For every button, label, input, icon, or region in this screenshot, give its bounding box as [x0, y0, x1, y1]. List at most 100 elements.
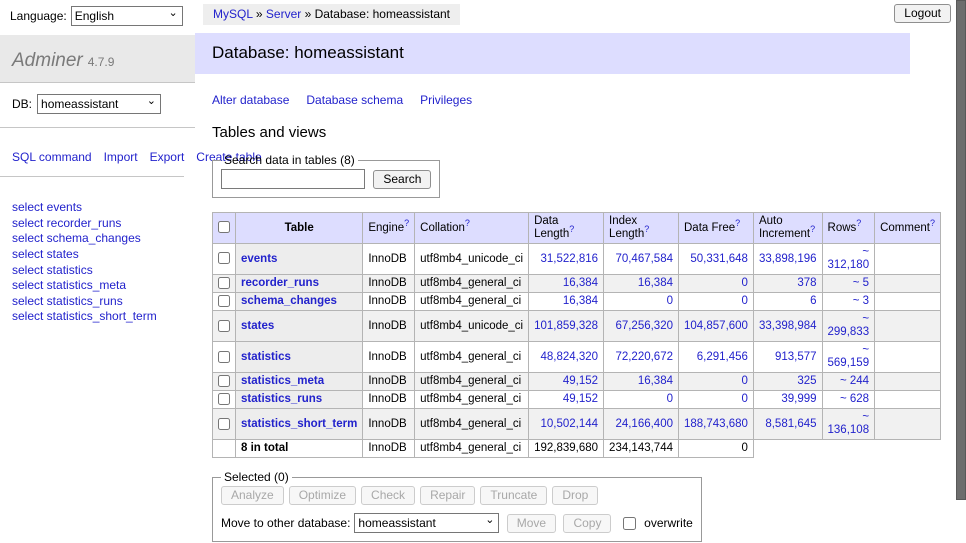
overwrite-checkbox[interactable]	[623, 517, 636, 530]
help-link[interactable]: ?	[930, 218, 935, 228]
data-free-link[interactable]: 6,291,456	[697, 351, 748, 363]
check-button[interactable]: Check	[361, 486, 415, 505]
index-length-link[interactable]: 72,220,672	[615, 351, 673, 363]
data-length-link[interactable]: 49,152	[563, 375, 598, 387]
help-link[interactable]: ?	[644, 224, 649, 234]
select-all-checkbox[interactable]	[218, 221, 230, 233]
data-length-link[interactable]: 10,502,144	[540, 418, 598, 430]
index-length-link[interactable]: 0	[667, 393, 673, 405]
search-input[interactable]	[221, 169, 365, 189]
move-button[interactable]: Move	[507, 514, 556, 533]
help-link[interactable]: ?	[569, 224, 574, 234]
data-length-link[interactable]: 48,824,320	[540, 351, 598, 363]
data-free-link[interactable]: 0	[742, 375, 748, 387]
db-link-database-schema[interactable]: Database schema	[306, 93, 403, 107]
sidebar-action-sql-command[interactable]: SQL command	[12, 150, 92, 164]
optimize-button[interactable]: Optimize	[289, 486, 356, 505]
sidebar-select-statistics-meta[interactable]: select statistics_meta	[12, 278, 183, 294]
db-link-alter-database[interactable]: Alter database	[212, 93, 289, 107]
index-length-link[interactable]: 67,256,320	[615, 320, 673, 332]
sidebar-action-import[interactable]: Import	[104, 150, 138, 164]
help-link[interactable]: ?	[465, 218, 470, 228]
sidebar-select-events[interactable]: select events	[12, 200, 183, 216]
sidebar-select-statistics-runs[interactable]: select statistics_runs	[12, 294, 183, 310]
table-link-statistics_meta[interactable]: statistics_meta	[241, 375, 324, 387]
table-link-statistics_runs[interactable]: statistics_runs	[241, 393, 322, 405]
data-length-link[interactable]: 16,384	[563, 277, 598, 289]
table-link-states[interactable]: states	[241, 320, 274, 332]
logout-button[interactable]: Logout	[894, 4, 951, 23]
auto-increment-link[interactable]: 913,577	[775, 351, 817, 363]
row-checkbox-events[interactable]	[218, 252, 230, 264]
move-db-select[interactable]: homeassistant	[354, 513, 499, 533]
row-checkbox-schema_changes[interactable]	[218, 295, 230, 307]
auto-increment-link[interactable]: 325	[797, 375, 816, 387]
row-checkbox-statistics[interactable]	[218, 351, 230, 363]
comment-cell	[875, 293, 941, 311]
data-free-link[interactable]: 0	[742, 277, 748, 289]
auto-increment-link[interactable]: 39,999	[781, 393, 816, 405]
scrollbar-thumb[interactable]	[956, 0, 966, 500]
index-length-link[interactable]: 70,467,584	[615, 253, 673, 265]
index-length-link[interactable]: 24,166,400	[615, 418, 673, 430]
table-link-events[interactable]: events	[241, 253, 277, 265]
repair-button[interactable]: Repair	[420, 486, 475, 505]
breadcrumb-server[interactable]: Server	[266, 7, 301, 21]
rows-link[interactable]: ~ 3	[853, 295, 869, 307]
auto-increment-link[interactable]: 6	[810, 295, 816, 307]
auto-increment-link[interactable]: 33,898,196	[759, 253, 817, 265]
row-checkbox-recorder_runs[interactable]	[218, 277, 230, 289]
sidebar-select-schema-changes[interactable]: select schema_changes	[12, 231, 183, 247]
rows-link[interactable]: ~ 244	[840, 375, 869, 387]
auto-increment-link[interactable]: 378	[797, 277, 816, 289]
copy-button[interactable]: Copy	[563, 514, 611, 533]
table-link-statistics_short_term[interactable]: statistics_short_term	[241, 418, 357, 430]
row-checkbox-statistics_runs[interactable]	[218, 393, 230, 405]
sidebar-select-recorder-runs[interactable]: select recorder_runs	[12, 216, 183, 232]
rows-link[interactable]: ~ 628	[840, 393, 869, 405]
drop-button[interactable]: Drop	[552, 486, 598, 505]
search-button[interactable]: Search	[373, 170, 431, 189]
data-length-link[interactable]: 49,152	[563, 393, 598, 405]
row-checkbox-statistics_short_term[interactable]	[218, 418, 230, 430]
row-checkbox-statistics_meta[interactable]	[218, 375, 230, 387]
data-length-link[interactable]: 31,522,816	[540, 253, 598, 265]
language-select[interactable]: English	[71, 6, 183, 26]
data-free-link[interactable]: 50,331,648	[690, 253, 748, 265]
analyze-button[interactable]: Analyze	[221, 486, 284, 505]
rows-link[interactable]: ~ 5	[853, 277, 869, 289]
truncate-button[interactable]: Truncate	[480, 486, 547, 505]
data-length-link[interactable]: 101,859,328	[534, 320, 598, 332]
sidebar-select-statistics[interactable]: select statistics	[12, 263, 183, 279]
db-link-privileges[interactable]: Privileges	[420, 93, 472, 107]
table-link-statistics[interactable]: statistics	[241, 351, 291, 363]
rows-link[interactable]: ~ 312,180	[828, 246, 870, 271]
index-length-link[interactable]: 16,384	[638, 375, 673, 387]
comment-cell	[875, 342, 941, 373]
data-free-link[interactable]: 0	[742, 295, 748, 307]
sidebar-action-export[interactable]: Export	[150, 150, 185, 164]
sidebar-select-statistics-short-term[interactable]: select statistics_short_term	[12, 309, 183, 325]
table-link-recorder_runs[interactable]: recorder_runs	[241, 277, 319, 289]
auto-increment-link[interactable]: 33,398,984	[759, 320, 817, 332]
help-link[interactable]: ?	[810, 224, 815, 234]
rows-link[interactable]: ~ 299,833	[828, 313, 870, 338]
data-length-link[interactable]: 16,384	[563, 295, 598, 307]
data-free-link[interactable]: 188,743,680	[684, 418, 748, 430]
index-length-link[interactable]: 0	[667, 295, 673, 307]
help-link[interactable]: ?	[404, 218, 409, 228]
rows-link[interactable]: ~ 569,159	[828, 344, 870, 369]
table-link-schema_changes[interactable]: schema_changes	[241, 295, 337, 307]
data-free-link[interactable]: 0	[742, 393, 748, 405]
rows-link[interactable]: ~ 136,108	[828, 411, 870, 436]
data-free-link[interactable]: 104,857,600	[684, 320, 748, 332]
vertical-scrollbar[interactable]	[956, 0, 966, 543]
breadcrumb-mysql[interactable]: MySQL	[213, 7, 253, 21]
help-link[interactable]: ?	[856, 218, 861, 228]
auto-increment-link[interactable]: 8,581,645	[765, 418, 816, 430]
help-link[interactable]: ?	[735, 218, 740, 228]
sidebar-select-states[interactable]: select states	[12, 247, 183, 263]
row-checkbox-states[interactable]	[218, 320, 230, 332]
db-select[interactable]: homeassistant	[37, 94, 161, 114]
index-length-link[interactable]: 16,384	[638, 277, 673, 289]
